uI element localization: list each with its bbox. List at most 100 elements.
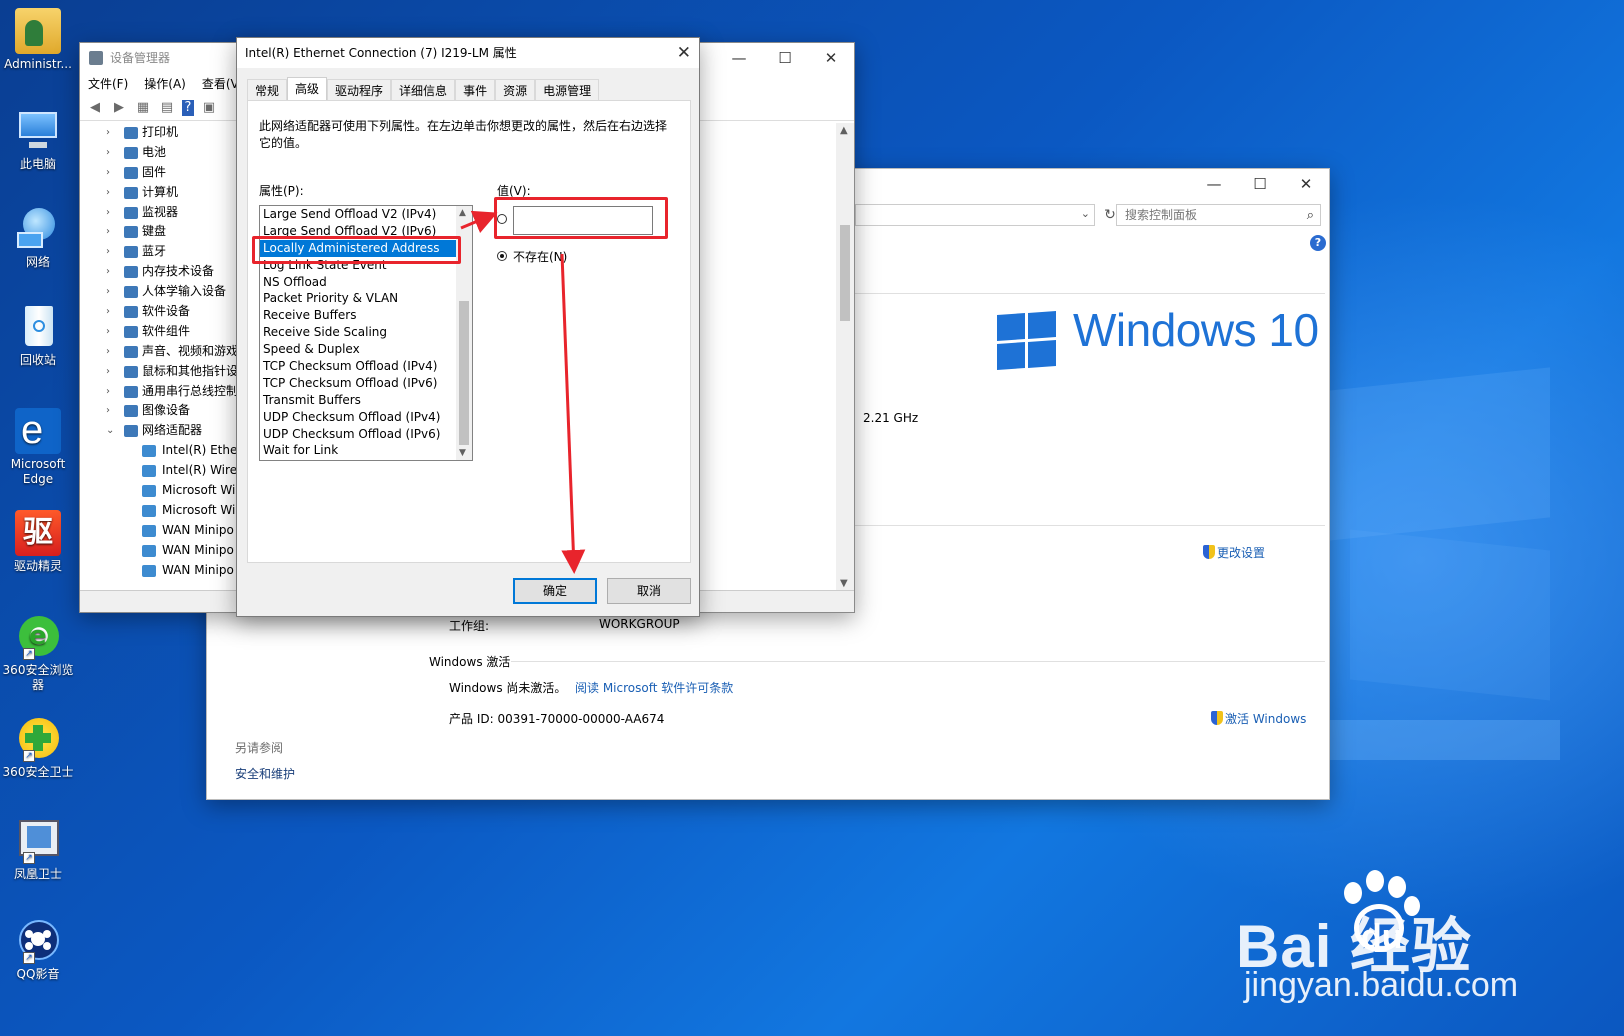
menu-file[interactable]: 文件(F) xyxy=(88,73,128,95)
property-list-item[interactable]: Packet Priority & VLAN xyxy=(260,290,472,307)
list-icon[interactable]: ▤ xyxy=(158,100,176,116)
properties-grid-icon[interactable]: ▦ xyxy=(134,100,152,116)
device-category[interactable]: › 打印机 xyxy=(80,123,240,143)
network-adapter-item[interactable]: WAN Minipo xyxy=(80,521,240,541)
search-control-panel-input[interactable]: 搜索控制面板 ⌕ xyxy=(1116,204,1321,226)
tab-5[interactable]: 资源 xyxy=(495,79,536,101)
chevron-right-icon[interactable]: › xyxy=(106,282,110,302)
not-present-label[interactable]: 不存在(N) xyxy=(513,248,567,265)
scroll-up-icon[interactable]: ▲ xyxy=(459,208,466,218)
chevron-right-icon[interactable]: › xyxy=(106,143,110,163)
chevron-right-icon[interactable]: › xyxy=(106,222,110,242)
chevron-right-icon[interactable]: › xyxy=(106,123,110,143)
desktop-icon-administrator[interactable]: Administr... xyxy=(2,8,74,72)
chevron-right-icon[interactable]: › xyxy=(106,362,110,382)
network-adapter-item[interactable]: WAN Minipo xyxy=(80,561,240,581)
device-tree[interactable]: › 打印机 › 电池 › 固件 › 计算机 › 监视器 › 键盘 › 蓝牙 › 内存技术设备 › 人体学输入设备 ›… xyxy=(80,123,240,583)
property-list-item[interactable]: UDP Checksum Offload (IPv4) xyxy=(260,409,472,426)
chevron-right-icon[interactable]: › xyxy=(106,302,110,322)
close-icon[interactable]: ✕ xyxy=(808,43,854,73)
device-category[interactable]: › 鼠标和其他指针设 xyxy=(80,362,240,382)
chevron-right-icon[interactable]: › xyxy=(106,262,110,282)
minimize-icon[interactable]: — xyxy=(1191,169,1237,199)
tab-0[interactable]: 常规 xyxy=(247,79,288,101)
chevron-right-icon[interactable]: › xyxy=(106,382,110,402)
device-category[interactable]: › 通用串行总线控制 xyxy=(80,382,240,402)
desktop-icon-phoenix-guard[interactable]: ↗ 凤凰卫士 xyxy=(2,818,74,882)
chevron-down-icon[interactable]: ⌄ xyxy=(1081,207,1090,220)
scroll-down-icon[interactable]: ▼ xyxy=(459,448,466,458)
desktop-icon-recycle-bin[interactable]: 回收站 xyxy=(2,304,74,368)
chevron-right-icon[interactable]: › xyxy=(106,342,110,362)
network-adapter-item[interactable]: Microsoft Wi xyxy=(80,501,240,521)
desktop-icon-driver-genius[interactable]: 驱 驱动精灵 xyxy=(2,510,74,574)
chevron-right-icon[interactable]: › xyxy=(106,322,110,342)
change-settings-link[interactable]: 更改设置 xyxy=(1203,544,1265,561)
view-icon[interactable]: ▣ xyxy=(200,100,218,116)
desktop-icon-network[interactable]: 网络 xyxy=(2,206,74,270)
property-list-item[interactable]: NS Offload xyxy=(260,274,472,291)
menu-action[interactable]: 操作(A) xyxy=(144,73,186,95)
property-list-item[interactable]: TCP Checksum Offload (IPv4) xyxy=(260,358,472,375)
close-icon[interactable]: ✕ xyxy=(1283,169,1329,199)
desktop-icon-360-browser[interactable]: e ↗ 360安全浏览器 xyxy=(2,614,74,693)
security-maintenance-link[interactable]: 安全和维护 xyxy=(235,765,295,782)
chevron-down-icon[interactable]: ⌄ xyxy=(106,421,114,441)
tab-3[interactable]: 详细信息 xyxy=(391,79,456,101)
tab-2[interactable]: 驱动程序 xyxy=(327,79,392,101)
chevron-right-icon[interactable]: › xyxy=(106,401,110,421)
cancel-button[interactable]: 取消 xyxy=(607,578,691,604)
device-category[interactable]: ⌄ 网络适配器 xyxy=(80,421,240,441)
device-category[interactable]: › 固件 xyxy=(80,163,240,183)
forward-arrow-icon[interactable]: ▶ xyxy=(110,100,128,116)
scrollbar-thumb[interactable] xyxy=(840,225,850,321)
maximize-icon[interactable]: ☐ xyxy=(1237,169,1283,199)
property-list-item[interactable]: Wait for Link xyxy=(260,442,472,459)
scroll-down-icon[interactable]: ▼ xyxy=(840,578,848,589)
desktop-icon-360-safe[interactable]: ↗ 360安全卫士 xyxy=(2,716,74,780)
tab-6[interactable]: 电源管理 xyxy=(535,79,600,101)
property-list-item[interactable]: UDP Checksum Offload (IPv6) xyxy=(260,426,472,443)
device-category[interactable]: › 软件设备 xyxy=(80,302,240,322)
desktop-icon-this-pc[interactable]: 此电脑 xyxy=(2,108,74,172)
ok-button[interactable]: 确定 xyxy=(513,578,597,604)
chevron-right-icon[interactable]: › xyxy=(106,163,110,183)
property-list-item[interactable]: Speed & Duplex xyxy=(260,341,472,358)
help-icon[interactable]: ? xyxy=(1310,235,1326,251)
dialog-titlebar[interactable]: Intel(R) Ethernet Connection (7) I219-LM… xyxy=(237,38,699,68)
scroll-up-icon[interactable]: ▲ xyxy=(840,125,848,136)
chevron-right-icon[interactable]: › xyxy=(106,203,110,223)
menu-view[interactable]: 查看(V xyxy=(202,73,239,95)
device-category[interactable]: › 蓝牙 xyxy=(80,242,240,262)
property-list-item[interactable]: Large Send Offload V2 (IPv4) xyxy=(260,206,472,223)
tab-1[interactable]: 高级 xyxy=(287,77,328,101)
device-category[interactable]: › 键盘 xyxy=(80,222,240,242)
adapter-properties-dialog[interactable]: Intel(R) Ethernet Connection (7) I219-LM… xyxy=(236,37,700,617)
network-adapter-item[interactable]: Microsoft Wi xyxy=(80,481,240,501)
address-bar[interactable]: ⌄ xyxy=(855,204,1095,226)
desktop-icon-qq-player[interactable]: ↗ QQ影音 xyxy=(2,918,74,982)
back-arrow-icon[interactable]: ◀ xyxy=(86,100,104,116)
activate-windows-link[interactable]: 激活 Windows xyxy=(1211,710,1306,727)
property-list-item[interactable]: Receive Buffers xyxy=(260,307,472,324)
device-category[interactable]: › 声音、视频和游戏 xyxy=(80,342,240,362)
desktop-icon-edge[interactable]: e Microsoft Edge xyxy=(2,408,74,487)
minimize-icon[interactable]: — xyxy=(716,43,762,73)
property-list-item[interactable]: Receive Side Scaling xyxy=(260,324,472,341)
device-category[interactable]: › 计算机 xyxy=(80,183,240,203)
chevron-right-icon[interactable]: › xyxy=(106,183,110,203)
not-present-radio[interactable] xyxy=(497,251,507,261)
device-category[interactable]: › 监视器 xyxy=(80,203,240,223)
device-category[interactable]: › 人体学输入设备 xyxy=(80,282,240,302)
property-list-item[interactable]: TCP Checksum Offload (IPv6) xyxy=(260,375,472,392)
device-category[interactable]: › 图像设备 xyxy=(80,401,240,421)
device-category[interactable]: › 电池 xyxy=(80,143,240,163)
property-list-item[interactable]: Transmit Buffers xyxy=(260,392,472,409)
device-category[interactable]: › 软件组件 xyxy=(80,322,240,342)
network-adapter-item[interactable]: Intel(R) Ether xyxy=(80,441,240,461)
close-icon[interactable]: ✕ xyxy=(677,38,691,68)
device-tree-scrollbar[interactable]: ▲ ▼ xyxy=(836,123,854,591)
maximize-icon[interactable]: ☐ xyxy=(762,43,808,73)
device-category[interactable]: › 内存技术设备 xyxy=(80,262,240,282)
scrollbar-thumb[interactable] xyxy=(459,301,469,445)
